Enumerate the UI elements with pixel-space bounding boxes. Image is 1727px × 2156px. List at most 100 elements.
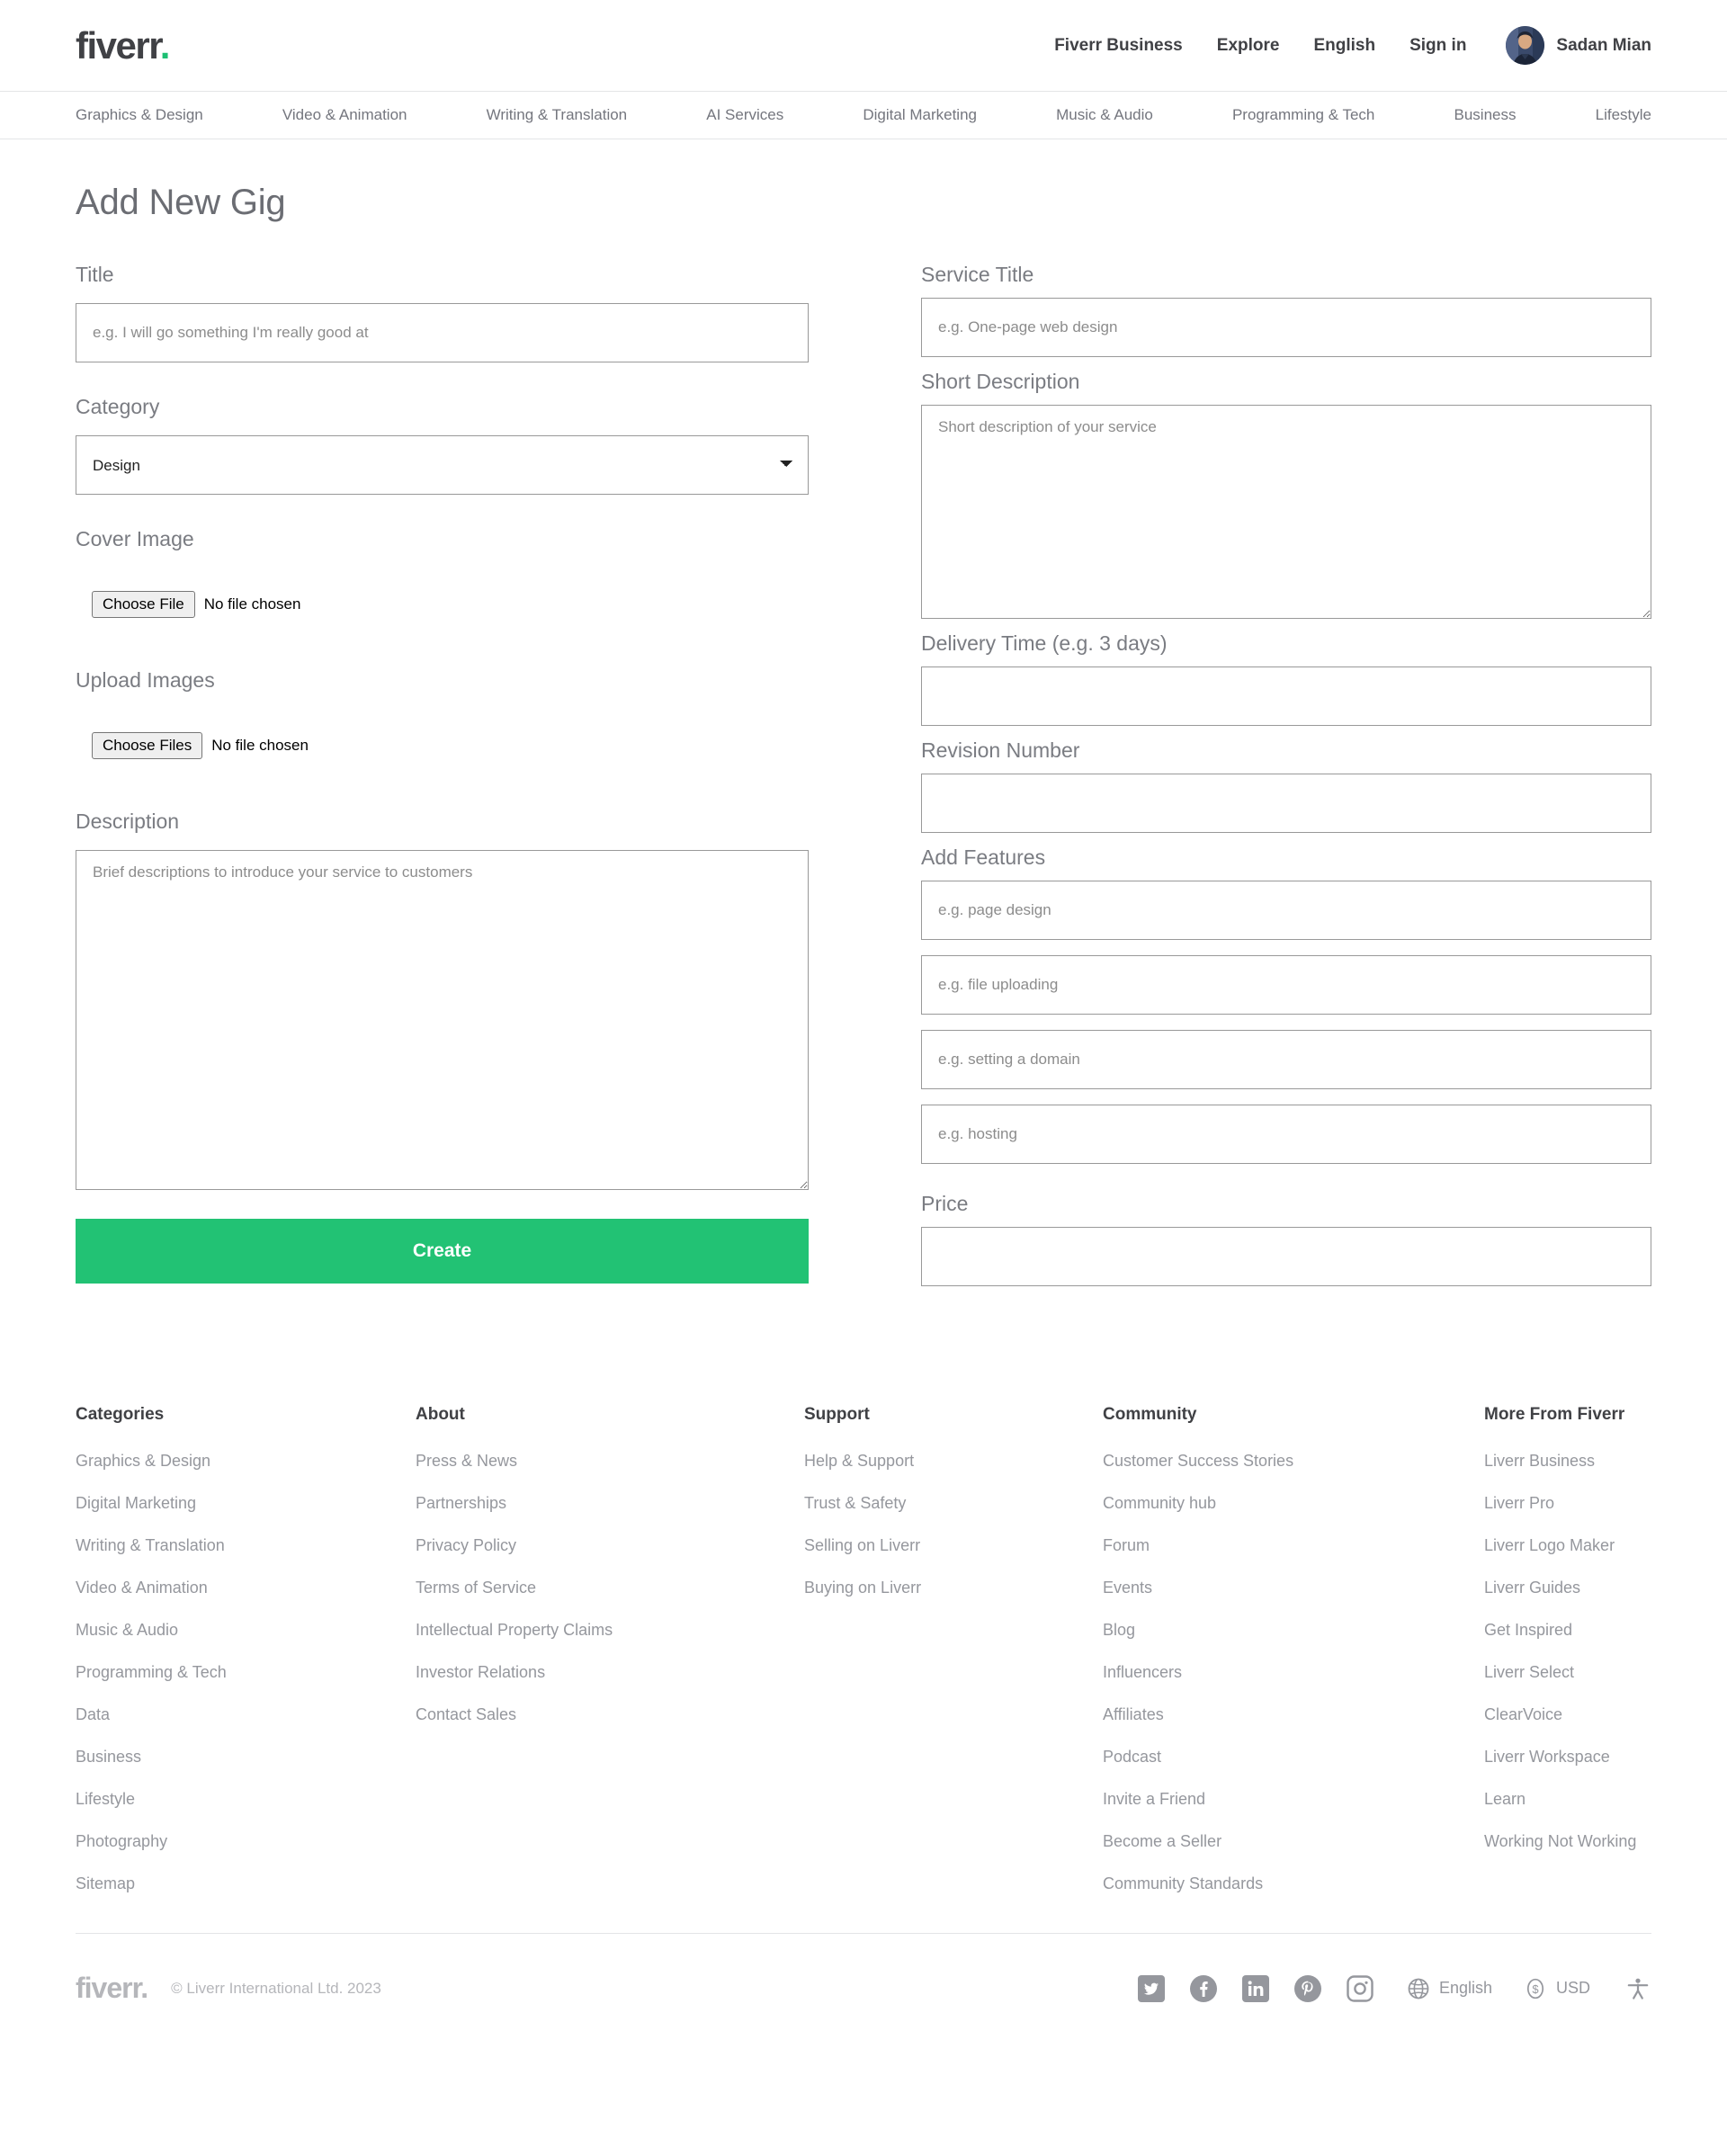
footer-link[interactable]: Privacy Policy	[416, 1536, 804, 1555]
footer-link[interactable]: Become a Seller	[1103, 1832, 1484, 1851]
footer-logo-text: fiverr	[76, 1972, 140, 2004]
feature-input-2[interactable]	[921, 955, 1651, 1015]
footer-link[interactable]: Community hub	[1103, 1494, 1484, 1513]
currency-selector[interactable]: $ USD	[1523, 1976, 1590, 2001]
footer-link[interactable]: Music & Audio	[76, 1621, 416, 1640]
footer-link[interactable]: Programming & Tech	[76, 1663, 416, 1682]
footer-link[interactable]: Investor Relations	[416, 1663, 804, 1682]
footer-link[interactable]: Digital Marketing	[76, 1494, 416, 1513]
footer-link[interactable]: Blog	[1103, 1621, 1484, 1640]
logo-text: fiverr	[76, 24, 160, 67]
title-input[interactable]	[76, 303, 809, 362]
footer-link[interactable]: Events	[1103, 1579, 1484, 1597]
language-selector[interactable]: English	[1406, 1976, 1492, 2001]
main-content: Add New Gig Title Category Design Cover …	[0, 139, 1727, 1286]
catnav-item-graphics-design[interactable]: Graphics & Design	[76, 106, 203, 124]
footer-link[interactable]: Selling on Liverr	[804, 1536, 1103, 1555]
footer-link[interactable]: Lifestyle	[76, 1790, 416, 1809]
catnav-item-programming-tech[interactable]: Programming & Tech	[1232, 106, 1374, 124]
category-select[interactable]: Design	[76, 435, 809, 495]
footer-link[interactable]: Help & Support	[804, 1452, 1103, 1471]
footer-link[interactable]: Forum	[1103, 1536, 1484, 1555]
footer-link[interactable]: Customer Success Stories	[1103, 1452, 1484, 1471]
footer-link[interactable]: Business	[76, 1748, 416, 1767]
short-description-textarea[interactable]	[921, 405, 1651, 619]
footer-link[interactable]: Video & Animation	[76, 1579, 416, 1597]
instagram-icon[interactable]	[1345, 1973, 1375, 2004]
catnav-item-video-animation[interactable]: Video & Animation	[282, 106, 407, 124]
cover-image-file-status: No file chosen	[204, 595, 301, 613]
footer-link[interactable]: Contact Sales	[416, 1705, 804, 1724]
footer-link[interactable]: Liverr Workspace	[1484, 1748, 1651, 1767]
footer-link[interactable]: Community Standards	[1103, 1874, 1484, 1893]
footer-column-about: About Press & News Partnerships Privacy …	[416, 1405, 804, 1893]
footer-link[interactable]: Get Inspired	[1484, 1621, 1651, 1640]
footer-column-title: Categories	[76, 1405, 416, 1425]
header-link-english[interactable]: English	[1313, 36, 1375, 56]
footer-link[interactable]: Liverr Pro	[1484, 1494, 1651, 1513]
footer-link[interactable]: Liverr Select	[1484, 1663, 1651, 1682]
footer-link[interactable]: Sitemap	[76, 1874, 416, 1893]
footer-bottom-bar: fiverr. © Liverr International Ltd. 2023	[76, 1933, 1651, 2043]
spacer	[921, 619, 1651, 631]
footer-link[interactable]: Liverr Logo Maker	[1484, 1536, 1651, 1555]
cover-image-choose-file-button[interactable]: Choose File	[92, 591, 195, 618]
feature-input-4[interactable]	[921, 1105, 1651, 1164]
feature-input-3[interactable]	[921, 1030, 1651, 1089]
header-link-fiverr-business[interactable]: Fiverr Business	[1054, 36, 1183, 56]
footer-fiverr-logo[interactable]: fiverr.	[76, 1972, 148, 2005]
upload-images-choose-files-button[interactable]: Choose Files	[92, 732, 202, 759]
catnav-item-business[interactable]: Business	[1454, 106, 1517, 124]
footer-link[interactable]: Liverr Business	[1484, 1452, 1651, 1471]
revision-number-input[interactable]	[921, 774, 1651, 833]
catnav-item-ai-services[interactable]: AI Services	[706, 106, 783, 124]
catnav-item-music-audio[interactable]: Music & Audio	[1056, 106, 1153, 124]
catnav-item-digital-marketing[interactable]: Digital Marketing	[863, 106, 977, 124]
footer-column-title: Community	[1103, 1405, 1484, 1425]
footer-link[interactable]: Graphics & Design	[76, 1452, 416, 1471]
feature-input-1[interactable]	[921, 881, 1651, 940]
catnav-item-writing-translation[interactable]: Writing & Translation	[487, 106, 628, 124]
spacer	[921, 726, 1651, 738]
footer-link[interactable]: Partnerships	[416, 1494, 804, 1513]
service-title-input[interactable]	[921, 298, 1651, 357]
description-textarea[interactable]	[76, 850, 809, 1190]
footer-link[interactable]: Terms of Service	[416, 1579, 804, 1597]
user-menu[interactable]: Sadan Mian	[1506, 26, 1651, 65]
footer-link[interactable]: Data	[76, 1705, 416, 1724]
linkedin-icon[interactable]	[1240, 1973, 1271, 2004]
footer-column-more-from-fiverr: More From Fiverr Liverr Business Liverr …	[1484, 1405, 1651, 1893]
create-button[interactable]: Create	[76, 1219, 809, 1284]
category-label: Category	[76, 395, 809, 419]
facebook-icon[interactable]	[1188, 1973, 1219, 2004]
footer-link[interactable]: Invite a Friend	[1103, 1790, 1484, 1809]
footer-link[interactable]: Trust & Safety	[804, 1494, 1103, 1513]
twitter-icon[interactable]	[1136, 1973, 1167, 2004]
pinterest-icon[interactable]	[1293, 1973, 1323, 2004]
fiverr-logo[interactable]: fiverr.	[76, 24, 169, 67]
price-input[interactable]	[921, 1227, 1651, 1286]
header-link-explore[interactable]: Explore	[1217, 36, 1280, 56]
footer-link[interactable]: Liverr Guides	[1484, 1579, 1651, 1597]
footer-link[interactable]: Working Not Working	[1484, 1832, 1651, 1851]
footer-link[interactable]: Writing & Translation	[76, 1536, 416, 1555]
footer-link[interactable]: Affiliates	[1103, 1705, 1484, 1724]
category-nav: Graphics & Design Video & Animation Writ…	[0, 92, 1727, 139]
category-nav-list: Graphics & Design Video & Animation Writ…	[76, 106, 1651, 124]
footer-link[interactable]: Influencers	[1103, 1663, 1484, 1682]
delivery-time-input[interactable]	[921, 666, 1651, 726]
footer-link[interactable]: ClearVoice	[1484, 1705, 1651, 1724]
footer-link[interactable]: Podcast	[1103, 1748, 1484, 1767]
form-column-left: Title Category Design Cover Image Choose…	[76, 263, 809, 1284]
catnav-item-lifestyle[interactable]: Lifestyle	[1596, 106, 1651, 124]
footer-link[interactable]: Intellectual Property Claims	[416, 1621, 804, 1640]
header-link-sign-in[interactable]: Sign in	[1409, 36, 1466, 56]
currency-label: USD	[1556, 1979, 1590, 1998]
footer-link[interactable]: Press & News	[416, 1452, 804, 1471]
accessibility-icon[interactable]	[1624, 1975, 1651, 2002]
spacer	[76, 495, 809, 527]
footer-link[interactable]: Learn	[1484, 1790, 1651, 1809]
footer-link[interactable]: Photography	[76, 1832, 416, 1851]
footer-link[interactable]: Buying on Liverr	[804, 1579, 1103, 1597]
spacer	[921, 833, 1651, 845]
